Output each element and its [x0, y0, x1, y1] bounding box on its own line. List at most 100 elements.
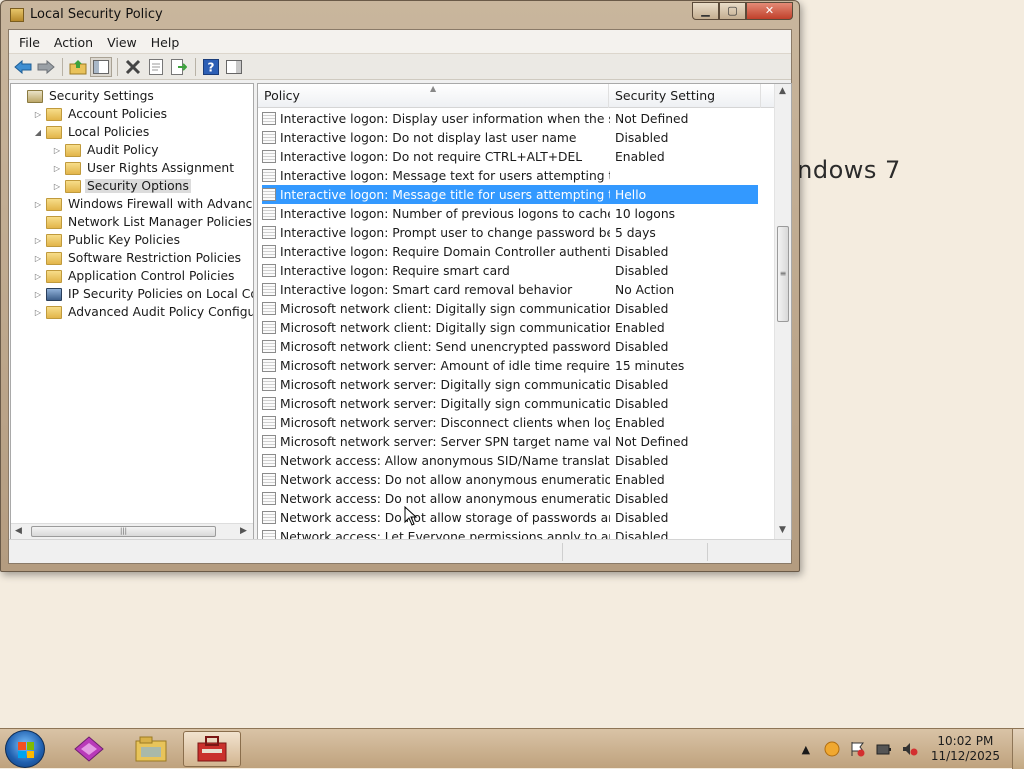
- maximize-button[interactable]: ▢: [719, 2, 746, 20]
- minimize-button[interactable]: ▁: [692, 2, 719, 20]
- folder-icon: [46, 107, 62, 121]
- policy-row[interactable]: Interactive logon: Message text for user…: [262, 166, 758, 185]
- scroll-down-arrow-icon[interactable]: ▼: [779, 525, 786, 535]
- tree-item[interactable]: ◢ Local Policies: [32, 123, 151, 141]
- action-center-flag-icon[interactable]: [849, 740, 867, 758]
- export-list-button[interactable]: [168, 57, 190, 77]
- tree-item[interactable]: ▷ Public Key Policies: [32, 231, 182, 249]
- list-vertical-scrollbar[interactable]: ▲ ≡ ▼: [774, 84, 791, 539]
- policy-name: Microsoft network client: Digitally sign…: [280, 320, 610, 335]
- tree-item-label: IP Security Policies on Local Compute: [68, 287, 253, 301]
- policy-name: Microsoft network server: Digitally sign…: [280, 396, 610, 411]
- policy-row[interactable]: Network access: Do not allow anonymous e…: [262, 470, 758, 489]
- expand-arrow-icon[interactable]: ▷: [51, 146, 63, 155]
- volume-muted-icon[interactable]: [901, 740, 919, 758]
- policy-row[interactable]: Interactive logon: Smart card removal be…: [262, 280, 758, 299]
- properties-button[interactable]: [145, 57, 167, 77]
- scroll-left-arrow-icon[interactable]: ◀: [15, 526, 22, 536]
- tree-item[interactable]: ▷ Windows Firewall with Advanced Secu: [32, 195, 253, 213]
- tree-item[interactable]: ▷ User Rights Assignment: [51, 159, 236, 177]
- policy-name: Network access: Do not allow storage of …: [280, 510, 610, 525]
- policy-row[interactable]: Interactive logon: Do not display last u…: [262, 128, 758, 147]
- menu-action[interactable]: Action: [47, 30, 100, 53]
- policy-name: Interactive logon: Do not require CTRL+A…: [280, 149, 583, 164]
- tree-item[interactable]: ▷ IP Security Policies on Local Compute: [32, 285, 253, 303]
- column-header-security-setting[interactable]: Security Setting: [609, 84, 761, 108]
- tree-item[interactable]: ▷ Software Restriction Policies: [32, 249, 243, 267]
- power-icon[interactable]: [875, 740, 893, 758]
- tree-horizontal-scrollbar[interactable]: ◀ ||| ▶: [11, 523, 253, 539]
- expand-arrow-icon[interactable]: ▷: [32, 308, 44, 317]
- policy-name: Interactive logon: Prompt user to change…: [280, 225, 610, 240]
- menu-help[interactable]: Help: [144, 30, 187, 53]
- policy-row[interactable]: Microsoft network server: Digitally sign…: [262, 375, 758, 394]
- policy-row[interactable]: Microsoft network client: Send unencrypt…: [262, 337, 758, 356]
- show-desktop-button[interactable]: [1012, 729, 1024, 769]
- taskbar-clock[interactable]: 10:02 PM 11/12/2025: [931, 734, 1000, 764]
- expand-arrow-icon[interactable]: ▷: [51, 164, 63, 173]
- title-bar[interactable]: Local Security Policy ▁ ▢ ✕: [1, 1, 799, 29]
- list-scrollbar-thumb[interactable]: ≡: [777, 226, 789, 322]
- policy-row[interactable]: Network access: Do not allow anonymous e…: [262, 489, 758, 508]
- policy-setting-icon: [262, 112, 276, 125]
- tree-item[interactable]: ▷ Advanced Audit Policy Configuration: [32, 303, 253, 321]
- policy-row[interactable]: Microsoft network server: Disconnect cli…: [262, 413, 758, 432]
- policy-row[interactable]: Interactive logon: Require smart card Dis…: [262, 261, 758, 280]
- policy-row[interactable]: Microsoft network client: Digitally sign…: [262, 299, 758, 318]
- policy-row[interactable]: Network access: Do not allow storage of …: [262, 508, 758, 527]
- policy-row[interactable]: Interactive logon: Do not require CTRL+A…: [262, 147, 758, 166]
- back-button[interactable]: [12, 57, 34, 77]
- expand-arrow-icon[interactable]: ▷: [32, 200, 44, 209]
- show-hidden-icons-chevron[interactable]: ▲: [797, 740, 815, 758]
- policy-setting-icon: [262, 283, 276, 296]
- expand-arrow-icon[interactable]: ◢: [32, 128, 44, 137]
- expand-arrow-icon[interactable]: ▷: [51, 182, 63, 191]
- scroll-right-arrow-icon[interactable]: ▶: [240, 526, 247, 536]
- taskbar-local-security-policy[interactable]: [183, 731, 241, 767]
- tree-item[interactable]: ▷ Audit Policy: [51, 141, 161, 159]
- policy-row[interactable]: Microsoft network client: Digitally sign…: [262, 318, 758, 337]
- help-button[interactable]: ?: [200, 57, 222, 77]
- policy-name: Interactive logon: Number of previous lo…: [280, 206, 610, 221]
- policy-row[interactable]: Microsoft network server: Server SPN tar…: [262, 432, 758, 451]
- expand-arrow-icon[interactable]: ▷: [32, 272, 44, 281]
- taskbar-media-center[interactable]: [60, 731, 118, 767]
- expand-arrow-icon[interactable]: ▷: [32, 110, 44, 119]
- policy-security-setting: Disabled: [615, 377, 669, 392]
- tree-item-label: Windows Firewall with Advanced Secu: [68, 197, 253, 211]
- tree-item[interactable]: Security Settings: [13, 87, 156, 105]
- tree-item[interactable]: ▷ Account Policies: [32, 105, 169, 123]
- policy-security-setting: No Action: [615, 282, 675, 297]
- tree-item[interactable]: Network List Manager Policies: [32, 213, 253, 231]
- tree-scrollbar-thumb[interactable]: |||: [31, 526, 216, 537]
- policy-row[interactable]: Interactive logon: Message title for use…: [262, 185, 758, 204]
- clock-date: 11/12/2025: [930, 749, 1000, 763]
- menu-file[interactable]: File: [12, 30, 47, 53]
- network-icon[interactable]: [823, 740, 841, 758]
- policy-row[interactable]: Interactive logon: Number of previous lo…: [262, 204, 758, 223]
- policy-row[interactable]: Network access: Allow anonymous SID/Name…: [262, 451, 758, 470]
- show-hide-action-pane-button[interactable]: [223, 57, 245, 77]
- local-security-policy-icon: [10, 8, 24, 22]
- expand-arrow-icon[interactable]: ▷: [32, 254, 44, 263]
- close-button[interactable]: ✕: [746, 2, 793, 20]
- policy-setting-icon: [262, 359, 276, 372]
- policy-row[interactable]: Microsoft network server: Digitally sign…: [262, 394, 758, 413]
- tree-item[interactable]: ▷ Security Options: [51, 177, 191, 195]
- show-hide-console-tree-button[interactable]: [90, 56, 112, 77]
- menu-view[interactable]: View: [100, 30, 144, 53]
- start-button[interactable]: [5, 730, 45, 768]
- expand-arrow-icon[interactable]: ▷: [32, 236, 44, 245]
- policy-row[interactable]: Microsoft network server: Amount of idle…: [262, 356, 758, 375]
- scroll-up-arrow-icon[interactable]: ▲: [779, 86, 786, 96]
- policy-row[interactable]: Interactive logon: Require Domain Contro…: [262, 242, 758, 261]
- forward-button[interactable]: [35, 57, 57, 77]
- tree-item[interactable]: ▷ Application Control Policies: [32, 267, 236, 285]
- expand-arrow-icon[interactable]: ▷: [32, 290, 44, 299]
- up-one-level-button[interactable]: [67, 57, 89, 77]
- delete-button[interactable]: [122, 57, 144, 77]
- taskbar-windows-explorer[interactable]: [122, 731, 180, 767]
- policy-row[interactable]: Interactive logon: Prompt user to change…: [262, 223, 758, 242]
- policy-security-setting: Disabled: [615, 491, 669, 506]
- policy-row[interactable]: Interactive logon: Display user informat…: [262, 109, 758, 128]
